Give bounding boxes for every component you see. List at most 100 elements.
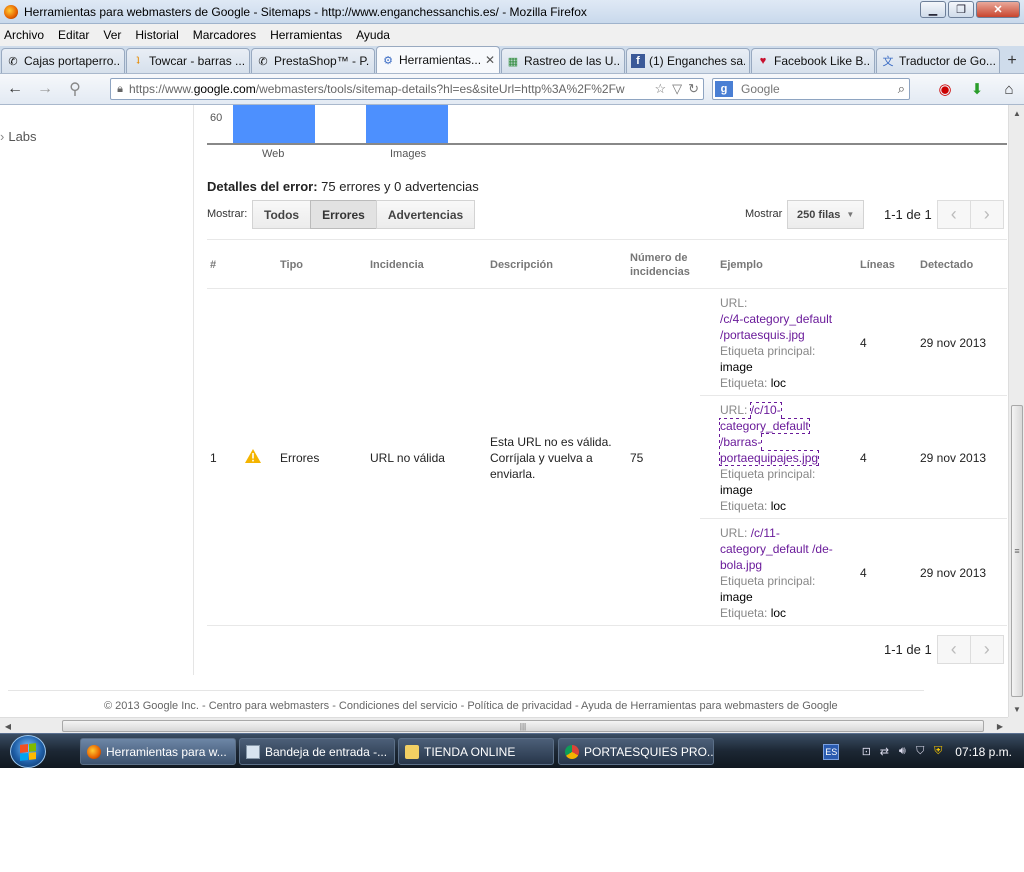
language-indicator[interactable]: ES	[823, 743, 840, 760]
search-icon[interactable]: ⌕	[898, 81, 905, 97]
filter-row: Mostrar: Todos Errores Advertencias Most…	[207, 200, 1007, 230]
row-number: 1	[210, 451, 217, 465]
divider	[207, 288, 1007, 289]
home-icon[interactable]: ⌂	[998, 78, 1020, 100]
minimize-button[interactable]: ▁	[920, 1, 946, 18]
mail-icon	[246, 744, 260, 759]
system-tray: ES ⊡ ⇄ 🔊︎ ⛉ ⛨ 07:18 p.m.	[823, 736, 1024, 767]
new-tab-button[interactable]: +	[1001, 48, 1023, 73]
restore-button[interactable]: ❐	[948, 1, 974, 18]
firefox-icon	[87, 744, 101, 759]
filter-segmented-control: Todos Errores Advertencias	[252, 200, 476, 229]
filter-todos-button[interactable]: Todos	[252, 200, 312, 229]
scroll-left-icon[interactable]: ◀	[0, 718, 16, 734]
prev-page-button[interactable]: ‹	[936, 200, 971, 229]
tab-enganches-facebook[interactable]: f (1) Enganches sa...	[626, 48, 750, 73]
tab-strip: ✆ Cajas portaperro... ʇ Towcar - barras …	[0, 46, 1024, 74]
close-tab-icon[interactable]: ✕	[485, 53, 495, 67]
tab-traductor[interactable]: 文 Traductor de Go...	[876, 48, 1000, 73]
menubar: Archivo Editar Ver Historial Marcadores …	[0, 24, 1024, 46]
prev-page-button[interactable]: ‹	[936, 635, 971, 664]
dropdown-arrow-icon[interactable]: ▽	[672, 81, 682, 97]
sync-icon[interactable]: ⇄	[877, 745, 891, 759]
menu-herramientas[interactable]: Herramientas	[270, 28, 342, 42]
column-header-detectado: Detectado	[920, 259, 974, 271]
example-detected: 29 nov 2013	[920, 336, 987, 350]
column-header-number: #	[210, 259, 217, 271]
tab-herramientas[interactable]: ⚙ Herramientas... ✕	[376, 46, 500, 73]
rows-per-page-select[interactable]: 250 filas ▼	[787, 200, 864, 229]
next-page-button[interactable]: ›	[969, 635, 1004, 664]
tab-towcar[interactable]: ʇ Towcar - barras ...	[126, 48, 250, 73]
horizontal-scrollbar[interactable]: ◀ ||| ▶	[0, 717, 1008, 733]
tab-label: PrestaShop™ - P...	[274, 54, 370, 68]
tab-facebook-like[interactable]: ♥ Facebook Like B...	[751, 48, 875, 73]
menu-historial[interactable]: Historial	[135, 28, 178, 42]
phone-icon: ✆	[258, 55, 268, 68]
back-button[interactable]: ←	[0, 77, 30, 101]
menu-marcadores[interactable]: Marcadores	[193, 28, 256, 42]
identity-icon[interactable]: ⚲	[60, 77, 90, 101]
taskbar-item-folder[interactable]: TIENDA ONLINE	[398, 738, 554, 765]
divider	[700, 518, 1007, 519]
download-icon[interactable]: ⬇	[966, 78, 988, 100]
filter-advertencias-button[interactable]: Advertencias	[375, 200, 476, 229]
tab-cajas[interactable]: ✆ Cajas portaperro...	[1, 48, 125, 73]
bookmark-star-icon[interactable]: ☆	[654, 81, 666, 97]
network-icon[interactable]: ⊡	[859, 745, 873, 759]
taskbar-item-mail[interactable]: Bandeja de entrada -...	[239, 738, 395, 765]
taskbar-item-chrome[interactable]: PORTAESQUIES PRO...	[558, 738, 714, 765]
volume-icon[interactable]: 🔊︎	[895, 745, 909, 759]
bar-images	[366, 105, 448, 143]
forward-button[interactable]: →	[30, 77, 60, 101]
row-issue: URL no válida	[370, 451, 445, 465]
column-header-numero-incidencias: Número de incidencias	[630, 252, 690, 278]
scroll-right-icon[interactable]: ▶	[992, 718, 1008, 734]
menu-ayuda[interactable]: Ayuda	[356, 28, 390, 42]
search-input[interactable]	[741, 82, 891, 96]
start-button[interactable]	[10, 735, 46, 768]
tab-rastreo[interactable]: ▦ Rastreo de las U...	[501, 48, 625, 73]
firefox-icon	[4, 4, 18, 19]
menu-editar[interactable]: Editar	[58, 28, 89, 42]
scroll-down-icon[interactable]: ▼	[1009, 701, 1024, 717]
shield-icon[interactable]: ⛨	[931, 745, 945, 759]
scrollbar-thumb[interactable]: |||	[62, 720, 984, 732]
divider	[207, 625, 1007, 626]
scroll-up-icon[interactable]: ▲	[1009, 105, 1024, 121]
google-search-engine-icon[interactable]: g	[715, 81, 733, 97]
example-detected: 29 nov 2013	[920, 566, 987, 580]
column-header-descripcion: Descripción	[490, 259, 553, 271]
close-window-button[interactable]: ✕	[976, 1, 1020, 18]
show-label: Mostrar:	[207, 208, 248, 220]
tab-label: Cajas portaperro...	[24, 54, 120, 68]
search-bar[interactable]: g ⌕	[712, 78, 910, 100]
navigation-toolbar: ← → ⚲ 🔒︎ https://www.google.com/webmaste…	[0, 74, 1024, 105]
record-icon[interactable]: ◉	[934, 78, 956, 100]
example-url-link[interactable]: /c/4-category_default /portaesquis.jpg	[720, 312, 832, 342]
sitemap-chart: 60 Web Images	[207, 105, 1007, 165]
sidebar-item-labs[interactable]: Labs	[0, 129, 36, 144]
reload-icon[interactable]: ↻	[688, 81, 699, 97]
translate-icon: 文	[882, 56, 894, 68]
left-navigation: Labs	[0, 105, 194, 675]
menu-archivo[interactable]: Archivo	[4, 28, 44, 42]
menu-ver[interactable]: Ver	[103, 28, 121, 42]
url-bar[interactable]: 🔒︎ https://www.google.com/webmasters/too…	[110, 78, 704, 100]
taskbar-item-firefox[interactable]: Herramientas para w...	[80, 738, 236, 765]
scrollbar-thumb[interactable]: ≡	[1011, 405, 1023, 697]
tab-prestashop[interactable]: ✆ PrestaShop™ - P...	[251, 48, 375, 73]
example-item: URL: /c/11-category_default /de-bola.jpg…	[720, 526, 833, 620]
error-details-heading: Detalles del error: 75 errores y 0 adver…	[207, 179, 479, 194]
security-icon[interactable]: ⛉	[913, 745, 927, 759]
url-text: https://www.google.com/webmasters/tools/…	[129, 82, 625, 96]
row-type: Errores	[280, 451, 320, 465]
next-page-button[interactable]: ›	[969, 200, 1004, 229]
warning-icon	[245, 449, 261, 463]
phone-icon: ✆	[8, 55, 18, 68]
row-count: 75	[630, 451, 644, 465]
column-header-incidencia: Incidencia	[370, 259, 424, 271]
vertical-scrollbar[interactable]: ▲ ≡ ▼	[1008, 105, 1024, 717]
filter-errores-button[interactable]: Errores	[310, 200, 377, 229]
pagination-text: 1-1 de 1	[884, 207, 932, 222]
